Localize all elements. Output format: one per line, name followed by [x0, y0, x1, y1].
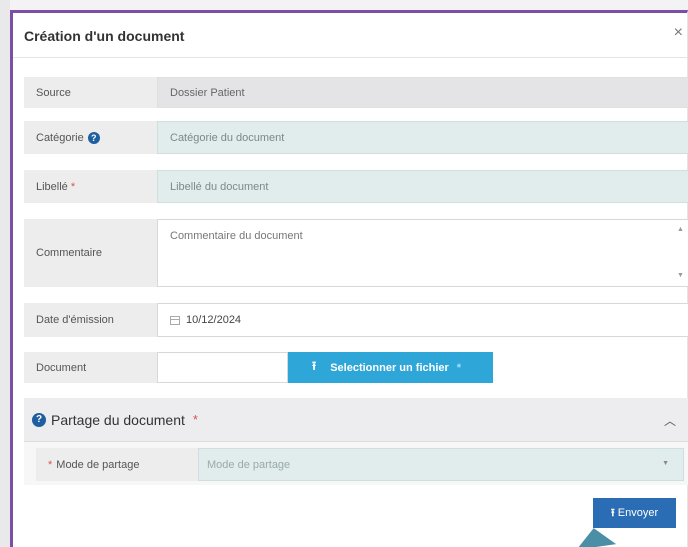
- scroll-down-icon[interactable]: ▼: [677, 272, 685, 280]
- required-mark: *: [192, 412, 198, 427]
- upload-icon: ⭱: [610, 506, 615, 519]
- mode-partage-placeholder: Mode de partage: [207, 458, 291, 471]
- required-mark: *: [456, 361, 462, 374]
- dialog-title: Création d'un document: [24, 28, 185, 44]
- mode-partage-label-text: Mode de partage: [56, 458, 140, 471]
- send-label: Envoyer: [617, 507, 659, 519]
- date-emission-row: Date d'émission 10/12/2024: [24, 303, 688, 337]
- select-file-label: Selectionner un fichier: [330, 361, 449, 374]
- background-strip: [0, 0, 10, 547]
- select-file-button[interactable]: ⭱ Selectionner un fichier *: [288, 352, 493, 383]
- scroll-up-icon[interactable]: ▲: [677, 226, 685, 234]
- commentaire-row: Commentaire Commentaire du document ▲ ▼: [24, 219, 688, 287]
- mode-partage-label: * Mode de partage: [36, 448, 198, 481]
- source-field: Dossier Patient: [157, 77, 688, 108]
- mode-partage-row: * Mode de partage Mode de partage ▼: [36, 448, 684, 481]
- help-icon[interactable]: ?: [87, 131, 100, 144]
- libelle-input[interactable]: Libellé du document: [157, 170, 688, 203]
- libelle-label: Libellé *: [24, 170, 157, 203]
- source-value: Dossier Patient: [170, 86, 245, 99]
- textarea-scrollbar[interactable]: ▲ ▼: [677, 226, 685, 280]
- libelle-placeholder: Libellé du document: [170, 180, 269, 193]
- document-row: Document ⭱ Selectionner un fichier *: [24, 352, 688, 383]
- required-mark: *: [70, 180, 76, 193]
- source-label: Source: [24, 77, 157, 108]
- close-button[interactable]: ×: [674, 25, 683, 41]
- date-emission-input[interactable]: 10/12/2024: [157, 303, 688, 337]
- commentaire-label: Commentaire: [24, 219, 157, 287]
- mode-partage-select[interactable]: Mode de partage ▼: [198, 448, 684, 481]
- commentaire-textarea[interactable]: Commentaire du document ▲ ▼: [157, 219, 688, 287]
- libelle-row: Libellé * Libellé du document: [24, 170, 688, 203]
- partage-section-title: Partage du document: [51, 411, 185, 428]
- source-row: Source Dossier Patient: [24, 77, 688, 108]
- date-emission-value: 10/12/2024: [186, 314, 242, 326]
- categorie-row: Catégorie ? Catégorie du document: [24, 121, 688, 154]
- libelle-label-text: Libellé: [36, 180, 68, 193]
- chevron-up-icon[interactable]: ︿: [664, 412, 676, 429]
- upload-icon: ⭱: [312, 359, 317, 373]
- calendar-icon: [170, 315, 180, 325]
- chevron-down-icon: ▼: [662, 460, 669, 467]
- partage-section-header[interactable]: ? Partage du document * ︿: [24, 398, 688, 442]
- help-icon[interactable]: ?: [32, 412, 46, 427]
- send-button[interactable]: ⭱ Envoyer: [593, 498, 676, 528]
- dialog-header: Création d'un document ×: [13, 13, 687, 58]
- required-mark: *: [48, 458, 53, 471]
- partage-section-body: * Mode de partage Mode de partage ▼: [24, 442, 688, 485]
- categorie-select[interactable]: Catégorie du document: [157, 121, 688, 154]
- document-label: Document: [24, 352, 157, 383]
- date-emission-label: Date d'émission: [24, 303, 157, 337]
- commentaire-placeholder: Commentaire du document: [170, 230, 303, 242]
- categorie-placeholder: Catégorie du document: [170, 131, 285, 144]
- categorie-label-text: Catégorie: [36, 131, 84, 144]
- document-filename-field[interactable]: [157, 352, 288, 383]
- categorie-label: Catégorie ?: [24, 121, 157, 154]
- document-creation-dialog: Création d'un document × Source Dossier …: [10, 10, 688, 547]
